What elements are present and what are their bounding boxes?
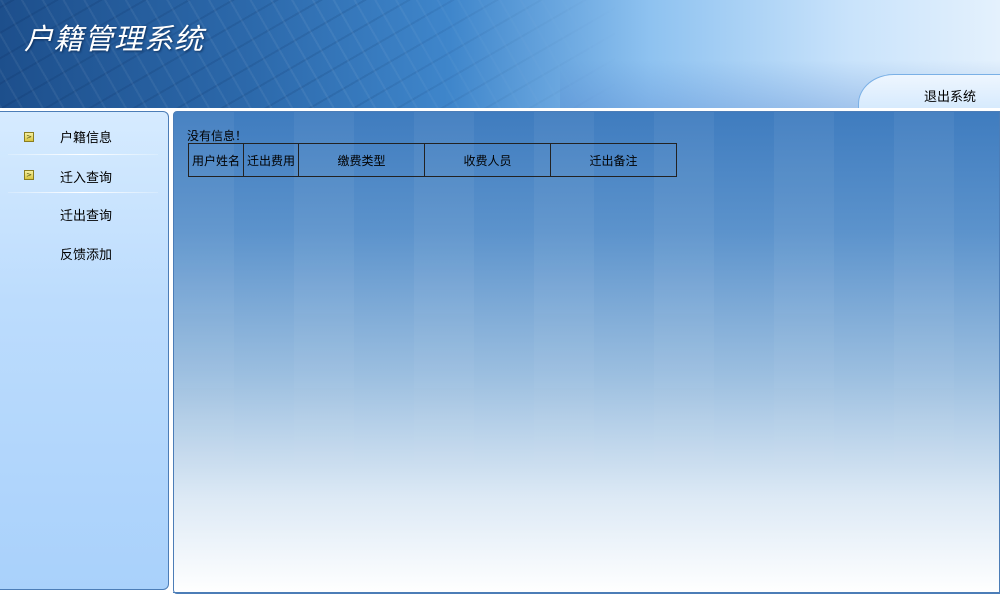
column-header-collector[interactable]: 收费人员: [424, 143, 551, 177]
sidebar-item-move-out-query[interactable]: 迁出查询: [0, 193, 168, 231]
app-title: 户籍管理系统: [24, 22, 205, 56]
table-header-row: 用户姓名 迁出费用 缴费类型 收费人员 迁出备注: [188, 143, 677, 177]
sidebar-item-move-in-query[interactable]: > 迁入查询: [0, 155, 168, 193]
column-header-move-out-remarks[interactable]: 迁出备注: [550, 143, 677, 177]
arrow-right-icon: >: [24, 132, 34, 142]
bottom-border: [173, 592, 1000, 593]
arrow-right-icon: >: [24, 170, 34, 180]
sidebar-item-label: 户籍信息: [60, 131, 113, 146]
column-header-user-name[interactable]: 用户姓名: [188, 143, 244, 177]
empty-message: 没有信息！: [187, 129, 248, 143]
main-panel: 没有信息！ 用户姓名 迁出费用 缴费类型 收费人员 迁出备注: [173, 111, 1000, 594]
sidebar-item-label: 反馈添加: [60, 248, 113, 263]
sidebar-item-label: 迁出查询: [60, 209, 113, 224]
records-table: 用户姓名 迁出费用 缴费类型 收费人员 迁出备注: [188, 143, 677, 177]
header-banner: 户籍管理系统 退出系统: [0, 0, 1000, 108]
sidebar-item-household-info[interactable]: > 户籍信息: [0, 115, 168, 153]
sidebar-item-label: 迁入查询: [60, 171, 113, 186]
sidebar: > 户籍信息 > 迁入查询 迁出查询 反馈添加: [0, 111, 169, 590]
column-header-payment-type[interactable]: 缴费类型: [298, 143, 425, 177]
column-header-move-out-fee[interactable]: 迁出费用: [243, 143, 299, 177]
sidebar-item-feedback-add[interactable]: 反馈添加: [0, 232, 168, 270]
main-background-pattern: [174, 112, 999, 593]
logout-button[interactable]: 退出系统: [924, 86, 976, 105]
